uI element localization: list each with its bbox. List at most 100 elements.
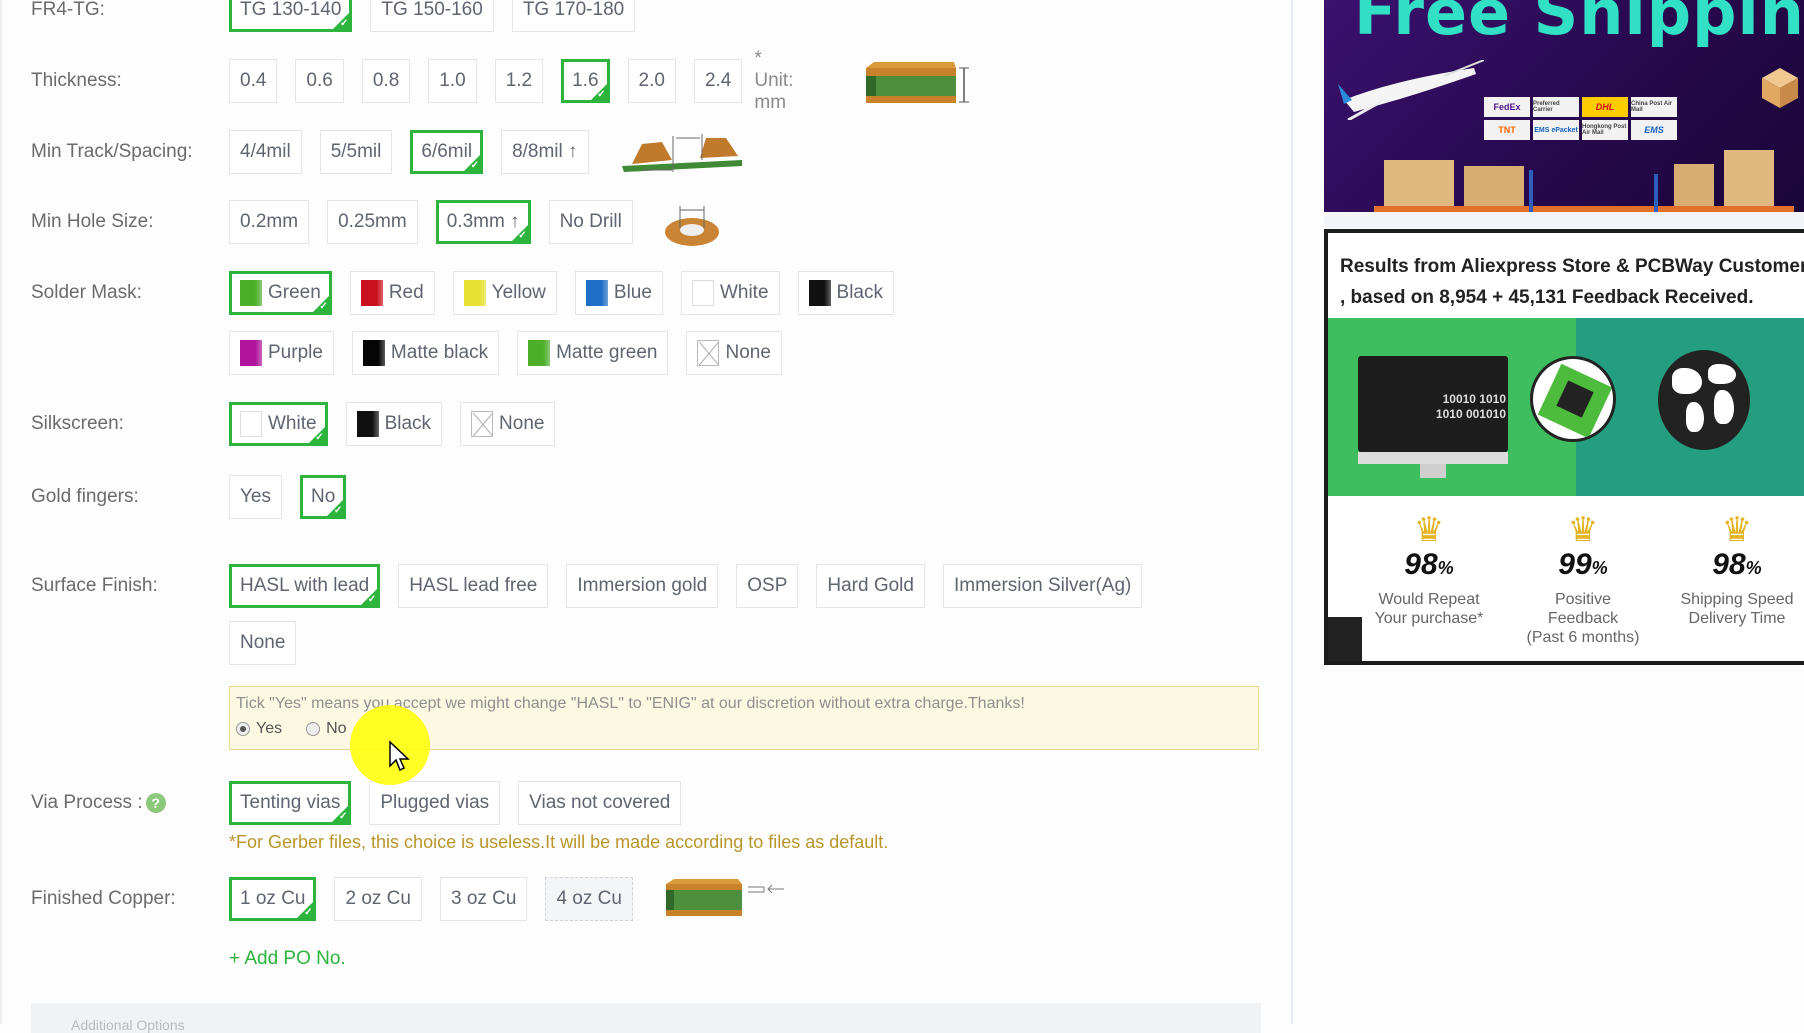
- option-thickness-5[interactable]: 1.6 ✓: [561, 59, 610, 103]
- option-fr4tg-0[interactable]: TG 130-140 ✓: [229, 0, 353, 32]
- stat-label: Would Repeat Your purchase*: [1368, 590, 1490, 628]
- option-finish-6[interactable]: None: [229, 621, 297, 665]
- option-mask-4[interactable]: White: [680, 271, 780, 315]
- option-thickness-4[interactable]: 1.2: [494, 59, 544, 103]
- free-shipping-banner[interactable]: Free Shipping FedEx Preferred Carrier DH…: [1324, 0, 1804, 212]
- option-mask-7[interactable]: Matte black: [351, 331, 500, 375]
- option-thickness-1[interactable]: 0.6: [295, 59, 344, 103]
- option-thickness-3[interactable]: 1.0: [428, 59, 477, 103]
- option-mask-5[interactable]: Black: [797, 271, 894, 315]
- option-track-3[interactable]: 8/8mil ↑: [501, 130, 589, 174]
- customer-feedback-banner[interactable]: Results from Aliexpress Store & PCBWay C…: [1324, 229, 1804, 665]
- check-icon: ✓: [333, 505, 343, 516]
- option-hole-0[interactable]: 0.2mm: [229, 200, 310, 244]
- option-mask-3[interactable]: Blue: [574, 271, 663, 315]
- radio-no[interactable]: [306, 722, 321, 736]
- min-track-label: Min Track/Spacing:: [31, 141, 193, 162]
- option-label: None: [725, 342, 771, 363]
- add-po-link[interactable]: + Add PO No.: [229, 948, 346, 970]
- option-hole-1[interactable]: 0.25mm: [327, 200, 418, 244]
- option-gold-1[interactable]: No ✓: [300, 475, 347, 519]
- option-thickness-0[interactable]: 0.4: [229, 59, 278, 103]
- banner-shelf: [1324, 212, 1804, 228]
- corner-decoration: [1328, 617, 1362, 661]
- option-copper-2[interactable]: 3 oz Cu: [439, 877, 528, 921]
- option-label: Matte black: [390, 342, 489, 363]
- option-finish-5[interactable]: Immersion Silver(Ag): [942, 564, 1143, 608]
- fr4-tg-label: FR4-TG:: [31, 0, 105, 20]
- cargo-boxes-icon: [1374, 150, 1794, 212]
- radio-yes[interactable]: [236, 722, 250, 736]
- silkscreen-options: White ✓ Black None: [229, 402, 556, 446]
- left-border: [0, 0, 2, 1024]
- carrier-logo: EMS: [1631, 120, 1677, 140]
- option-copper-3[interactable]: 4 oz Cu: [545, 877, 633, 921]
- color-swatch-icon: [697, 340, 720, 366]
- option-fr4tg-2[interactable]: TG 170-180: [511, 0, 636, 32]
- option-label: Tenting vias: [240, 792, 341, 813]
- color-swatch-icon: [362, 340, 385, 366]
- stat-unit: %: [1591, 558, 1608, 578]
- option-label: 6/6mil: [421, 141, 473, 162]
- option-mask-6[interactable]: Purple: [229, 331, 334, 375]
- option-copper-1[interactable]: 2 oz Cu: [334, 877, 422, 921]
- option-label: TG 170-180: [522, 0, 625, 20]
- stat-value: 99%: [1522, 547, 1644, 586]
- carrier-logos: FedEx Preferred Carrier DHL China Post A…: [1484, 97, 1677, 140]
- option-thickness-2[interactable]: 0.8: [361, 59, 411, 103]
- option-track-1[interactable]: 5/5mil: [319, 130, 393, 174]
- stat-label-line: (Past 6 months): [1526, 629, 1640, 646]
- option-finish-4[interactable]: Hard Gold: [816, 564, 925, 608]
- option-label: 1 oz Cu: [240, 888, 306, 909]
- option-mask-8[interactable]: Matte green: [517, 331, 669, 375]
- stat-label: Positive Feedback (Past 6 months): [1522, 590, 1644, 647]
- airplane-icon: [1338, 60, 1484, 120]
- option-copper-0[interactable]: 1 oz Cu ✓: [229, 877, 317, 921]
- option-hole-2[interactable]: 0.3mm ↑ ✓: [435, 200, 531, 244]
- option-finish-2[interactable]: Immersion gold: [566, 564, 719, 608]
- via-process-label-wrap: Via Process :?: [31, 781, 166, 825]
- option-hole-3[interactable]: No Drill: [548, 200, 633, 244]
- option-label: Green: [268, 282, 321, 303]
- option-label: Black: [836, 282, 883, 303]
- globe-icon: [1658, 350, 1750, 450]
- option-label: TG 130-140: [240, 0, 342, 20]
- solder-mask-label: Solder Mask:: [31, 282, 142, 303]
- option-silk-0[interactable]: White ✓: [229, 402, 328, 446]
- option-via-1[interactable]: Plugged vias: [369, 781, 501, 825]
- option-gold-0[interactable]: Yes: [229, 475, 282, 519]
- option-via-2[interactable]: Vias not covered: [518, 781, 682, 825]
- monitor-stand: [1358, 452, 1508, 464]
- option-label: 0.8: [372, 70, 400, 91]
- option-mask-1[interactable]: Red: [349, 271, 435, 315]
- option-finish-1[interactable]: HASL lead free: [398, 564, 549, 608]
- radio-no-label[interactable]: No: [326, 720, 346, 738]
- option-label: None: [240, 632, 286, 653]
- mouse-cursor-icon: [389, 740, 410, 772]
- option-silk-1[interactable]: Black: [345, 402, 443, 446]
- option-thickness-7[interactable]: 2.4: [693, 59, 743, 103]
- help-icon[interactable]: ?: [145, 792, 166, 813]
- option-fr4tg-1[interactable]: TG 150-160: [370, 0, 494, 32]
- option-label: TG 150-160: [381, 0, 483, 20]
- option-silk-2[interactable]: None: [460, 402, 556, 446]
- option-mask-9[interactable]: None: [686, 331, 782, 375]
- option-label: Yes: [240, 486, 271, 507]
- finished-copper-options: 1 oz Cu ✓ 2 oz Cu 3 oz Cu 4 oz Cu: [229, 877, 633, 921]
- option-track-2[interactable]: 6/6mil ✓: [410, 130, 484, 174]
- check-icon: ✓: [518, 230, 527, 241]
- check-icon: ✓: [319, 301, 328, 312]
- option-finish-3[interactable]: OSP: [736, 564, 799, 608]
- option-mask-2[interactable]: Yellow: [452, 271, 557, 315]
- binary-text: 10010 1010 1010 001010: [1436, 392, 1506, 422]
- option-mask-0[interactable]: Green ✓: [229, 271, 332, 315]
- option-thickness-6[interactable]: 2.0: [627, 59, 676, 103]
- option-finish-0[interactable]: HASL with lead ✓: [229, 564, 381, 608]
- option-track-0[interactable]: 4/4mil: [229, 130, 302, 174]
- option-via-0[interactable]: Tenting vias ✓: [229, 781, 352, 825]
- feedback-stats: ♛ 98% Would Repeat Your purchase* ♛ 99% P…: [1368, 513, 1798, 647]
- solder-mask-options-1: Green ✓ Red Yellow Blue White Black: [229, 271, 894, 315]
- gold-fingers-label: Gold fingers:: [31, 486, 139, 507]
- radio-yes-label[interactable]: Yes: [256, 720, 282, 738]
- thickness-illustration-icon: [866, 62, 969, 103]
